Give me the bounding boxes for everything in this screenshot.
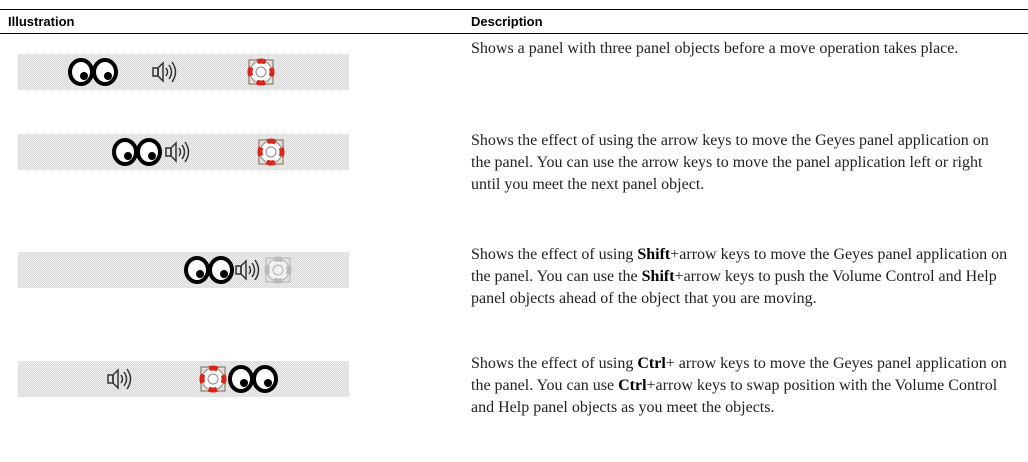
row-description: Shows the effect of using Shift+arrow ke… [471,246,1008,307]
header-illustration: Illustration [8,14,75,29]
panel-illustration [18,361,349,397]
help-icon [264,256,292,284]
row-description: Shows the effect of using Ctrl+ arrow ke… [471,355,1007,416]
help-icon [247,58,275,86]
geyes-icon [228,365,278,393]
panel-illustration [18,252,349,288]
row-description: Shows the effect of using the arrow keys… [471,132,989,193]
volume-control-icon [165,141,190,163]
geyes-icon [184,256,234,284]
row-description: Shows a panel with three panel objects b… [471,40,959,57]
volume-control-icon [235,259,260,281]
geyes-icon [68,58,118,86]
table-header-row: Illustration Description [0,10,1028,33]
volume-control-icon [107,368,132,390]
help-icon [199,365,227,393]
help-icon [257,138,285,166]
panel-illustration [18,134,349,170]
geyes-icon [112,138,162,166]
header-description: Description [471,14,543,29]
panel-illustration [18,54,349,90]
volume-control-icon [152,61,177,83]
table-header-rule [0,33,1028,34]
